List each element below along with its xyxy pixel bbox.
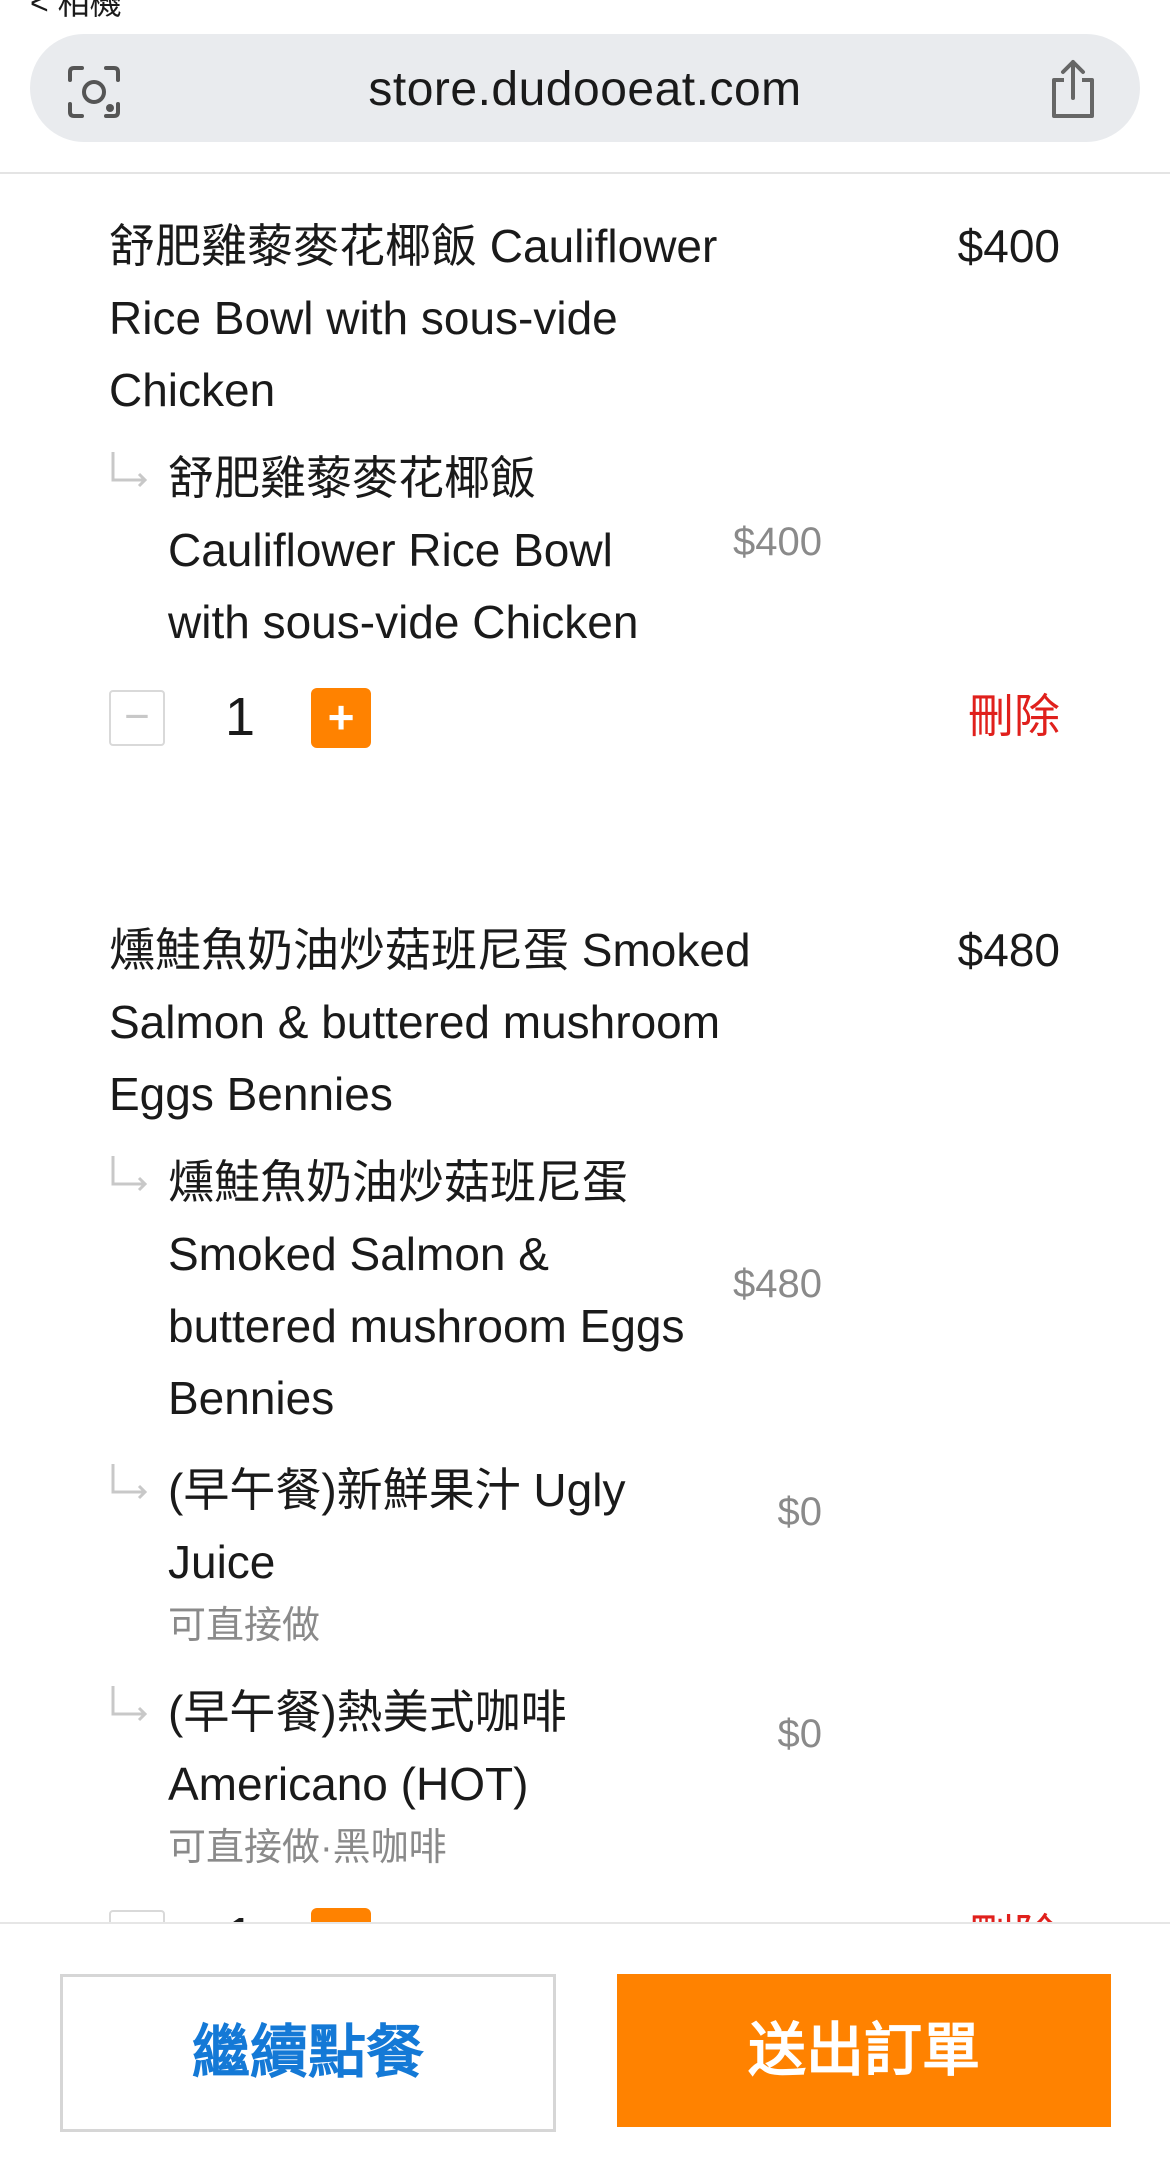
sub-item-arrow-icon (111, 1464, 148, 1500)
address-bar[interactable]: store.dudooeat.com (30, 34, 1140, 142)
sub-item-note: 可直接做·黑咖啡 (168, 1827, 447, 1869)
share-icon[interactable] (1046, 58, 1100, 120)
sub-item-name: 舒肥雞藜麥花椰飯 Cauliflower Rice Bowl with sous… (168, 452, 639, 648)
quantity-decrease-button[interactable]: − (109, 1910, 165, 1922)
delete-item-button[interactable]: 刪除 (968, 680, 1060, 746)
quantity-increase-button[interactable]: + (311, 1908, 371, 1922)
continue-ordering-button[interactable]: 繼續點餐 (60, 1974, 556, 2132)
item-price: $480 (957, 924, 1060, 976)
sub-item-name: 燻鮭魚奶油炒菇班尼蛋 Smoked Salmon & buttered mush… (168, 1156, 685, 1424)
back-to-camera-link[interactable]: < 相機 (30, 0, 122, 24)
item-title: 舒肥雞藜麥花椰飯 Cauliflower Rice Bowl with sous… (109, 220, 718, 416)
quantity-increase-button[interactable]: + (311, 688, 371, 748)
sub-item-arrow-icon (111, 1686, 148, 1722)
sub-item-arrow-icon (111, 1156, 148, 1192)
sub-item-price: $400 (733, 520, 822, 564)
quantity-value: 1 (220, 1906, 260, 1922)
quantity-value: 1 (224, 687, 256, 747)
sub-item-name: (早午餐)新鮮果汁 Ugly Juice (168, 1464, 626, 1588)
sub-item-note: 可直接做 (168, 1605, 321, 1647)
submit-order-button[interactable]: 送出訂單 (617, 1974, 1111, 2127)
sub-item-arrow-icon (111, 452, 148, 488)
cart-item-list[interactable]: 舒肥雞藜麥花椰飯 Cauliflower Rice Bowl with sous… (0, 174, 1170, 1922)
item-title: 燻鮭魚奶油炒菇班尼蛋 Smoked Salmon & buttered mush… (109, 924, 751, 1120)
bottom-action-bar: 繼續點餐 送出訂單 (0, 1922, 1170, 2179)
sub-item-price: $480 (733, 1262, 822, 1306)
sub-item-price: $0 (777, 1712, 823, 1756)
sub-item-price: $0 (777, 1490, 823, 1534)
item-price: $400 (957, 220, 1060, 272)
sub-item-name: (早午餐)熱美式咖啡 Americano (HOT) (168, 1686, 567, 1810)
delete-item-button[interactable]: 刪除 (968, 1900, 1060, 1922)
url-text: store.dudooeat.com (368, 63, 802, 116)
quantity-decrease-button[interactable]: − (109, 690, 165, 746)
